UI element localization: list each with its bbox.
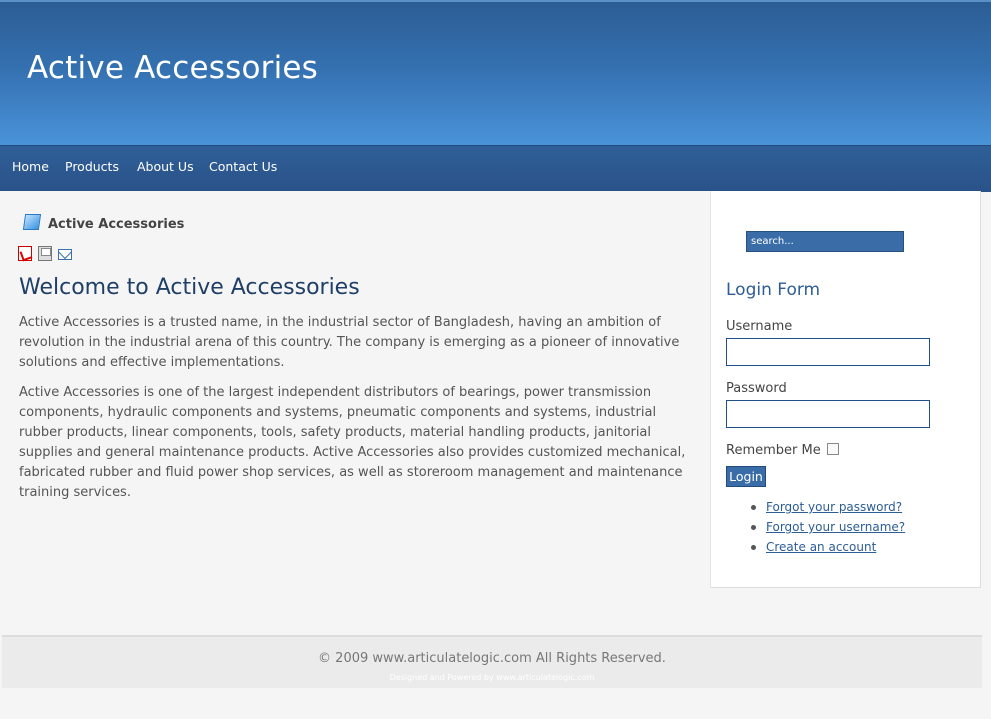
login-links: Forgot your password? Forgot your userna… bbox=[751, 497, 905, 557]
email-icon[interactable] bbox=[58, 249, 72, 260]
nav-item-about-us[interactable]: About Us bbox=[137, 159, 194, 174]
search-input[interactable] bbox=[746, 231, 904, 252]
site-title: Active Accessories bbox=[27, 50, 319, 86]
site-footer: © 2009 www.articulatelogic.com All Right… bbox=[2, 635, 982, 688]
article-title: Welcome to Active Accessories bbox=[19, 275, 360, 300]
username-field[interactable] bbox=[726, 338, 930, 366]
username-label: Username bbox=[726, 319, 793, 334]
list-item: Forgot your username? bbox=[751, 517, 905, 537]
breadcrumb-label: Active Accessories bbox=[48, 217, 185, 232]
sidebar: Login Form Username Password Remember Me… bbox=[710, 191, 981, 588]
document-icon bbox=[22, 214, 42, 230]
nav-item-home[interactable]: Home bbox=[12, 159, 49, 174]
copyright-text: © 2009 www.articulatelogic.com All Right… bbox=[318, 651, 666, 666]
article-paragraph: Active Accessories is one of the largest… bbox=[19, 385, 686, 500]
forgot-password-link[interactable]: Forgot your password? bbox=[766, 500, 902, 514]
main-nav: Home Products About Us Contact Us bbox=[0, 145, 991, 192]
password-field[interactable] bbox=[726, 400, 930, 428]
password-label: Password bbox=[726, 381, 787, 396]
login-form-title: Login Form bbox=[726, 280, 821, 300]
pdf-icon[interactable] bbox=[18, 246, 32, 261]
powered-by-text: Designed and Powered by www.articulatelo… bbox=[389, 673, 595, 682]
list-item: Create an account bbox=[751, 537, 905, 557]
login-button[interactable]: Login bbox=[726, 466, 766, 487]
nav-item-contact-us[interactable]: Contact Us bbox=[209, 159, 277, 174]
remember-me-label: Remember Me bbox=[726, 443, 821, 458]
print-icon[interactable] bbox=[38, 246, 52, 261]
nav-item-products[interactable]: Products bbox=[65, 159, 119, 174]
create-account-link[interactable]: Create an account bbox=[766, 540, 876, 554]
article-paragraph: Active Accessories is a trusted name, in… bbox=[19, 315, 680, 370]
list-item: Forgot your password? bbox=[751, 497, 905, 517]
remember-me-checkbox[interactable] bbox=[827, 443, 839, 455]
article-tools bbox=[18, 246, 78, 265]
site-header: Active Accessories bbox=[0, 0, 991, 145]
main-content: Active Accessories Welcome to Active Acc… bbox=[0, 191, 710, 636]
forgot-username-link[interactable]: Forgot your username? bbox=[766, 520, 905, 534]
breadcrumb: Active Accessories bbox=[22, 214, 185, 232]
